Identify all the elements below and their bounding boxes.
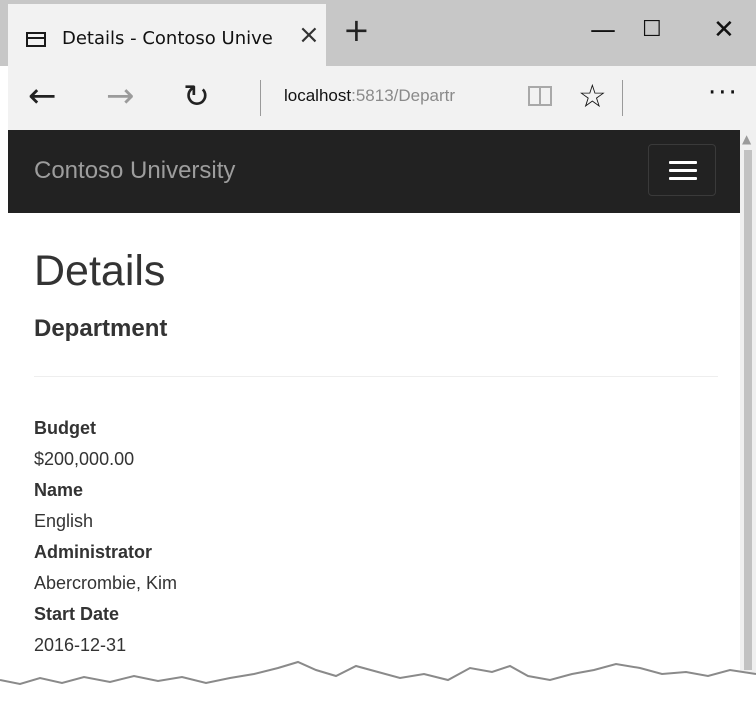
reading-view-icon[interactable] <box>528 86 552 106</box>
forward-arrow-icon[interactable]: → <box>106 76 135 116</box>
hamburger-icon <box>669 161 697 164</box>
maximize-button[interactable]: ☐ <box>642 14 662 46</box>
hamburger-icon <box>669 169 697 172</box>
more-options-icon[interactable]: ··· <box>708 78 739 108</box>
tab-bar: Details - Contoso Unive × + — ☐ ✕ <box>0 0 756 66</box>
active-tab[interactable]: Details - Contoso Unive × <box>8 4 326 66</box>
refresh-icon[interactable]: ↻ <box>183 76 210 116</box>
details-list: Budget $200,000.00 Name English Administ… <box>34 413 177 661</box>
torn-edge <box>0 660 756 706</box>
field-value-administrator: Abercrombie, Kim <box>34 573 178 593</box>
site-navbar: Contoso University <box>8 130 740 213</box>
browser-window: Details - Contoso Unive × + — ☐ ✕ ← → ↻ … <box>0 0 756 706</box>
field-label-budget: Budget <box>34 418 96 438</box>
field-label-name: Name <box>34 480 84 500</box>
field-label-start-date: Start Date <box>34 604 120 624</box>
new-tab-icon[interactable]: + <box>343 14 370 46</box>
field-value-name: English <box>34 511 94 531</box>
page-viewport: Contoso University Details Department Bu… <box>8 130 740 706</box>
site-brand-link[interactable]: Contoso University <box>34 157 235 185</box>
toolbar-separator <box>260 80 261 116</box>
field-label-administrator: Administrator <box>34 542 153 562</box>
page-icon <box>26 32 46 47</box>
close-window-button[interactable]: ✕ <box>713 14 735 46</box>
page-title: Details <box>34 247 166 295</box>
back-arrow-icon[interactable]: ← <box>28 76 57 116</box>
divider <box>34 376 718 377</box>
address-path: :5813/Departr <box>351 86 456 105</box>
scroll-up-icon[interactable]: ▲ <box>742 132 751 146</box>
navbar-toggle-button[interactable] <box>648 144 716 196</box>
field-value-budget: $200,000.00 <box>34 449 135 469</box>
tab-title: Details - Contoso Unive <box>62 28 273 49</box>
address-bar[interactable]: localhost:5813/Departr <box>284 86 455 106</box>
minimize-button[interactable]: — <box>590 14 616 46</box>
hamburger-icon <box>669 177 697 180</box>
scroll-thumb[interactable] <box>744 150 752 670</box>
tab-close-icon[interactable]: × <box>298 22 320 48</box>
page-subtitle: Department <box>34 315 168 342</box>
toolbar-separator <box>622 80 623 116</box>
address-host: localhost <box>284 86 352 105</box>
browser-toolbar: ← → ↻ localhost:5813/Departr ☆ ··· <box>8 66 756 130</box>
vertical-scrollbar[interactable]: ▲ <box>740 130 756 706</box>
favorite-star-icon[interactable]: ☆ <box>578 76 607 116</box>
